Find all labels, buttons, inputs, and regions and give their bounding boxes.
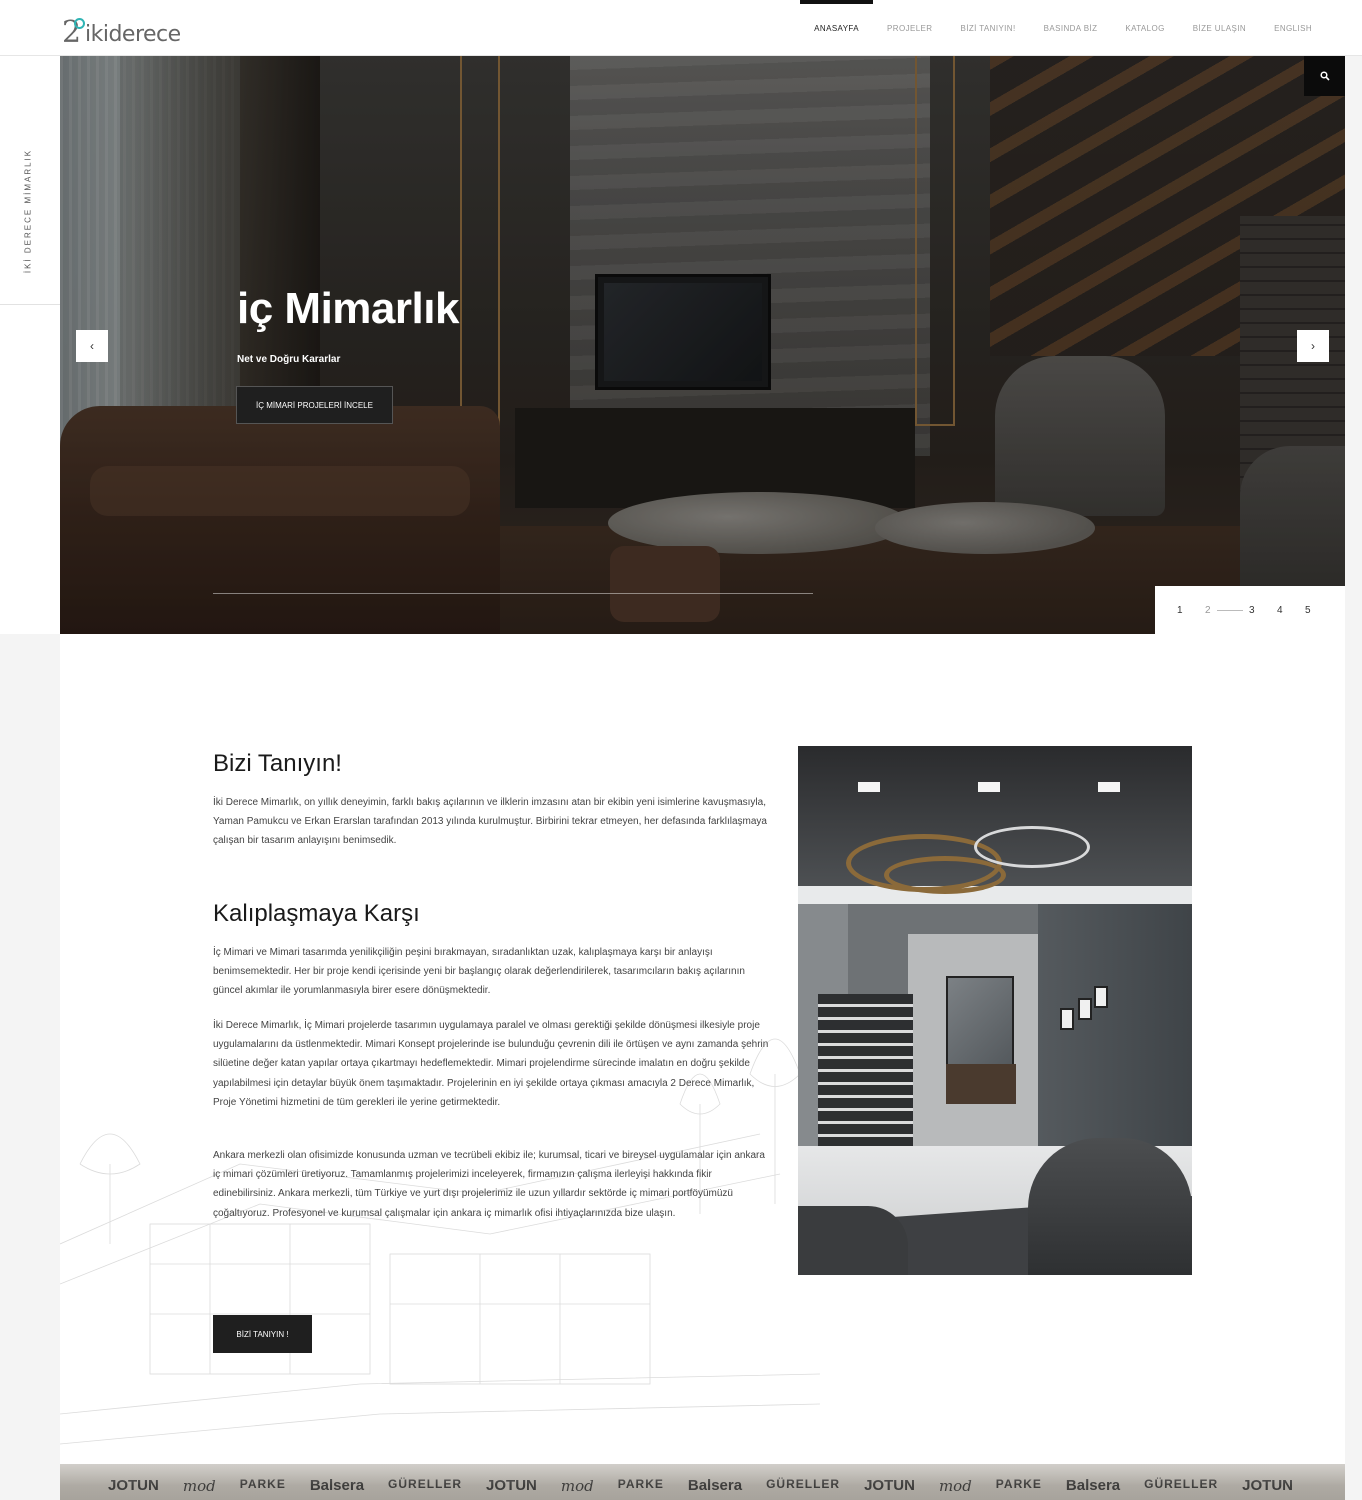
photo-armchair — [1028, 1138, 1192, 1275]
philosophy-heading: Kalıplaşmaya Karşı — [213, 900, 420, 927]
logo-mark: 2 — [62, 16, 85, 48]
hero-overlay — [60, 56, 1345, 634]
about-paragraph-4: Ankara merkezli olan ofisimizde konusund… — [213, 1150, 765, 1219]
pagination-5[interactable]: 5 — [1305, 605, 1333, 616]
photo-pendant-ring — [884, 856, 1006, 894]
photo-frame — [1078, 998, 1092, 1020]
chevron-right-icon[interactable]: › — [1297, 330, 1329, 362]
about-paragraph-2: İç Mimari ve Mimari tasarımda yenilikçil… — [213, 947, 745, 997]
photo-ceiling-light-strip — [798, 886, 1192, 904]
logo[interactable]: 2 ikiderece — [62, 14, 181, 48]
side-tagline: İKİ DERECE MİMARLIK — [23, 148, 33, 274]
about-heading: Bizi Tanıyın! — [213, 750, 342, 777]
pagination-4[interactable]: 4 — [1277, 605, 1305, 616]
hero-cta-button[interactable]: İÇ MİMARİ PROJELERİ İNCELE — [236, 386, 393, 424]
about-paragraph-1: İki Derece Mimarlık, on yıllık deneyimin… — [213, 797, 767, 847]
nav-item-bize-ulasin[interactable]: BİZE ULAŞIN — [1179, 0, 1260, 56]
search-icon — [1319, 71, 1330, 81]
hero-slider: iç Mimarlık Net ve Doğru Kararlar İÇ MİM… — [60, 56, 1345, 634]
photo-spotlight — [858, 782, 880, 792]
photo-armchair-left — [798, 1206, 908, 1275]
hero-subtitle: Net ve Doğru Kararlar — [237, 354, 341, 365]
logo-text: ikiderece — [85, 22, 181, 47]
brand-partners-strip: JOTUNmodPARKEBalseraGÜRELLERJOTUNmodPARK… — [60, 1464, 1345, 1500]
site-header: 2 ikiderece ANASAYFA PROJELER BİZİ TANIY… — [0, 0, 1362, 56]
photo-stairs — [818, 994, 913, 1154]
nav-item-anasayfa[interactable]: ANASAYFA — [800, 0, 873, 56]
photo-frame — [1094, 986, 1108, 1008]
chevron-left-icon[interactable]: ‹ — [76, 330, 108, 362]
about-more-button[interactable]: BİZİ TANIYIN ! — [213, 1315, 312, 1353]
search-button[interactable] — [1304, 56, 1345, 96]
nav-item-basinda-biz[interactable]: BASINDA BİZ — [1030, 0, 1112, 56]
nav-item-english[interactable]: ENGLISH — [1260, 0, 1326, 56]
nav-item-bizi-taniyin[interactable]: BİZİ TANIYIN! — [946, 0, 1029, 56]
photo-pendant-ring — [974, 826, 1090, 868]
photo-mirror — [946, 976, 1014, 1066]
about-section: Bizi Tanıyın! İki Derece Mimarlık, on yı… — [60, 634, 1345, 1464]
side-divider — [0, 304, 60, 305]
pagination-1[interactable]: 1 — [1177, 605, 1205, 616]
side-panel: İKİ DERECE MİMARLIK — [0, 56, 60, 634]
logo-ring-icon — [74, 18, 85, 29]
hero-progress-line — [213, 593, 813, 594]
pagination-3[interactable]: 3 — [1249, 605, 1277, 616]
nav-item-katalog[interactable]: KATALOG — [1111, 0, 1178, 56]
page: 2 ikiderece ANASAYFA PROJELER BİZİ TANIY… — [0, 0, 1362, 1500]
brand-strip-overlay — [60, 1464, 1345, 1500]
interior-photo — [798, 746, 1192, 1275]
slider-pagination: 1 2 3 4 5 — [1155, 586, 1345, 634]
photo-cabinet — [946, 1064, 1016, 1104]
photo-spotlight — [978, 782, 1000, 792]
nav-item-projeler[interactable]: PROJELER — [873, 0, 946, 56]
photo-frame — [1060, 1008, 1074, 1030]
hero-title: iç Mimarlık — [237, 284, 459, 333]
main-nav: ANASAYFA PROJELER BİZİ TANIYIN! BASINDA … — [800, 0, 1326, 56]
about-paragraph-3: İki Derece Mimarlık, İç Mimari projelerd… — [213, 1020, 769, 1108]
photo-spotlight — [1098, 782, 1120, 792]
pagination-active-line — [1217, 609, 1243, 611]
